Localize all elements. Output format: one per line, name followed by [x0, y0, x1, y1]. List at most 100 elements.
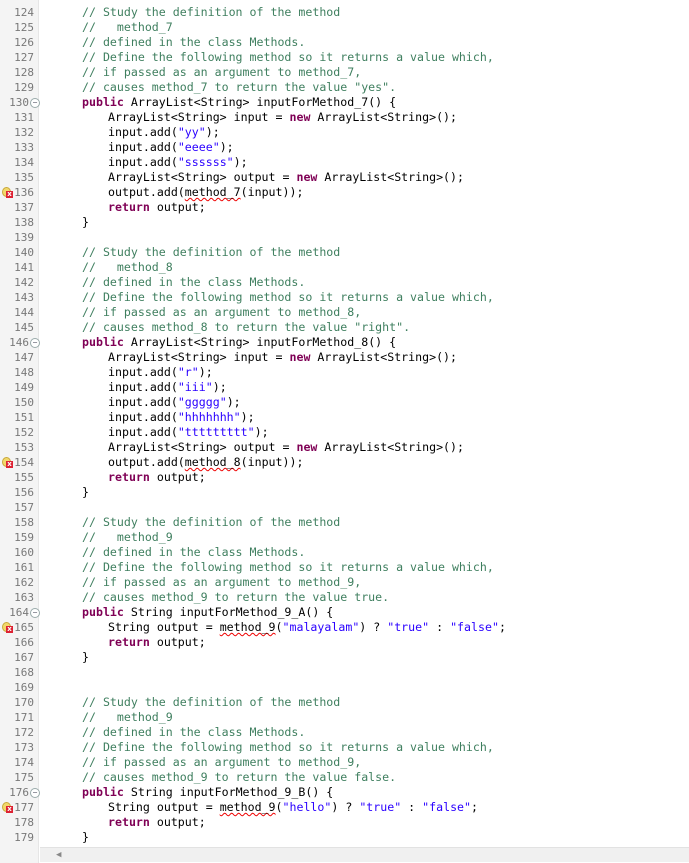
code-line[interactable]: 127 // Define the following method so it … [0, 50, 689, 65]
line-number-text: 131 [14, 111, 34, 124]
code-editor[interactable]: 124 // Study the definition of the method… [0, 0, 689, 863]
code-line[interactable]: 151 input.add("hhhhhhh"); [0, 410, 689, 425]
code-line[interactable]: 169 [0, 680, 689, 695]
code-token: ArrayList<String>(); [317, 440, 465, 454]
code-line[interactable]: 134 input.add("ssssss"); [0, 155, 689, 170]
code-line[interactable]: 174 // if passed as an argument to method… [0, 755, 689, 770]
code-line[interactable]: 129 // causes method_7 to return the valu… [0, 80, 689, 95]
code-line[interactable]: 143 // Define the following method so it … [0, 290, 689, 305]
line-number: 134 [0, 155, 38, 170]
code-line[interactable]: 150 input.add("ggggg"); [0, 395, 689, 410]
code-line[interactable]: 125 // method_7 [0, 20, 689, 35]
line-number-text: 140 [14, 246, 34, 259]
code-line[interactable]: 160 // defined in the class Methods. [0, 545, 689, 560]
collapse-icon[interactable]: − [30, 608, 40, 618]
code-line[interactable]: 131 ArrayList<String> input = new ArrayLi… [0, 110, 689, 125]
code-line[interactable]: 157 [0, 500, 689, 515]
code-line[interactable]: 152 input.add("ttttttttt"); [0, 425, 689, 440]
code-line[interactable]: 142 // defined in the class Methods. [0, 275, 689, 290]
line-number-text: 175 [14, 771, 34, 784]
string-token: "malayalam" [282, 620, 360, 634]
code-token: ); [254, 425, 269, 439]
code-line[interactable]: 145 // causes method_8 to return the valu… [0, 320, 689, 335]
line-number: 172 [0, 725, 38, 740]
code-line[interactable]: 138} [0, 215, 689, 230]
code-line[interactable]: 128 // if passed as an argument to method… [0, 65, 689, 80]
collapse-icon[interactable]: − [30, 788, 40, 798]
code-line[interactable]: 144 // if passed as an argument to method… [0, 305, 689, 320]
code-line[interactable]: 167} [0, 650, 689, 665]
code-line[interactable]: 163 // causes method_9 to return the valu… [0, 590, 689, 605]
code-line[interactable]: 136 x output.add(method_7(input)); [0, 185, 689, 200]
code-line[interactable]: 135 ArrayList<String> output = new ArrayL… [0, 170, 689, 185]
code-line[interactable]: 158 // Study the definition of the method [0, 515, 689, 530]
line-number-text: 144 [14, 306, 34, 319]
code-line[interactable]: 173 // Define the following method so it … [0, 740, 689, 755]
code-text: // defined in the class Methods. [82, 35, 305, 50]
code-line[interactable]: 175 // causes method_9 to return the valu… [0, 770, 689, 785]
error-quickfix-icon[interactable]: x [2, 187, 13, 198]
code-line[interactable]: 153 ArrayList<String> output = new ArrayL… [0, 440, 689, 455]
line-number: 145 [0, 320, 38, 335]
line-number: 138 [0, 215, 38, 230]
error-quickfix-icon[interactable]: x [2, 457, 13, 468]
scroll-left-icon[interactable]: ◀ [56, 850, 61, 860]
code-line[interactable]: 162 // if passed as an argument to method… [0, 575, 689, 590]
error-token: method_9 [219, 620, 276, 634]
code-line[interactable]: 161 // Define the following method so it … [0, 560, 689, 575]
code-token: String output = [108, 800, 220, 814]
code-line[interactable]: 159 // method_9 [0, 530, 689, 545]
code-line[interactable]: 154 x output.add(method_8(input)); [0, 455, 689, 470]
code-token: input.add( [108, 380, 178, 394]
code-line[interactable]: 126 // defined in the class Methods. [0, 35, 689, 50]
code-line[interactable]: 133 input.add("eeee"); [0, 140, 689, 155]
comment-token: // method_7 [82, 20, 173, 34]
code-line[interactable]: 130− public ArrayList<String> inputForMet… [0, 95, 689, 110]
code-line[interactable]: 178 return output; [0, 815, 689, 830]
comment-token: // Study the definition of the method [82, 515, 341, 529]
line-number: 128 [0, 65, 38, 80]
line-number: 144 [0, 305, 38, 320]
collapse-icon[interactable]: − [30, 98, 40, 108]
horizontal-scrollbar[interactable]: ◀ [40, 847, 689, 862]
code-line[interactable]: 176− public String inputForMethod_9_B() { [0, 785, 689, 800]
line-number: 131 [0, 110, 38, 125]
code-line[interactable]: 164− public String inputForMethod_9_A() { [0, 605, 689, 620]
code-line[interactable]: 149 input.add("iii"); [0, 380, 689, 395]
code-line[interactable]: 172 // defined in the class Methods. [0, 725, 689, 740]
error-quickfix-icon[interactable]: x [2, 622, 13, 633]
line-number: 159 [0, 530, 38, 545]
code-line[interactable]: 165 x String output = method_9("malayalam"… [0, 620, 689, 635]
code-line[interactable]: 147 ArrayList<String> input = new ArrayLi… [0, 350, 689, 365]
code-line[interactable]: 146− public ArrayList<String> inputForMet… [0, 335, 689, 350]
line-number-text: 124 [14, 6, 34, 19]
code-line[interactable]: 177 x String output = method_9("hello") ? … [0, 800, 689, 815]
error-quickfix-icon[interactable]: x [2, 802, 13, 813]
code-line[interactable]: 171 // method_9 [0, 710, 689, 725]
code-line[interactable]: 148 input.add("r"); [0, 365, 689, 380]
code-line[interactable]: 179} [0, 830, 689, 845]
code-line[interactable]: 170 // Study the definition of the method [0, 695, 689, 710]
line-number: 141 [0, 260, 38, 275]
code-line[interactable]: 137 return output; [0, 200, 689, 215]
collapse-icon[interactable]: − [30, 338, 40, 348]
line-number-text: 150 [14, 396, 34, 409]
code-text: input.add("ssssss"); [108, 155, 248, 170]
code-line[interactable]: 124 // Study the definition of the method [0, 5, 689, 20]
code-line[interactable]: 155 return output; [0, 470, 689, 485]
comment-token: // method_8 [82, 260, 173, 274]
comment-token: // causes method_7 to return the value "… [82, 80, 397, 94]
code-line[interactable]: 156} [0, 485, 689, 500]
code-line[interactable]: 140 // Study the definition of the method [0, 245, 689, 260]
line-number-text: 172 [14, 726, 34, 739]
code-token: input.add( [108, 425, 178, 439]
code-line[interactable]: 166 return output; [0, 635, 689, 650]
comment-token: // method_9 [82, 530, 173, 544]
comment-token: // if passed as an argument to method_9, [82, 755, 362, 769]
code-line[interactable]: 141 // method_8 [0, 260, 689, 275]
code-line[interactable]: 168 [0, 665, 689, 680]
code-line[interactable]: 139 [0, 230, 689, 245]
code-token: ArrayList<String> input = [108, 110, 290, 124]
string-token: "hhhhhhh" [177, 410, 241, 424]
code-line[interactable]: 132 input.add("yy"); [0, 125, 689, 140]
